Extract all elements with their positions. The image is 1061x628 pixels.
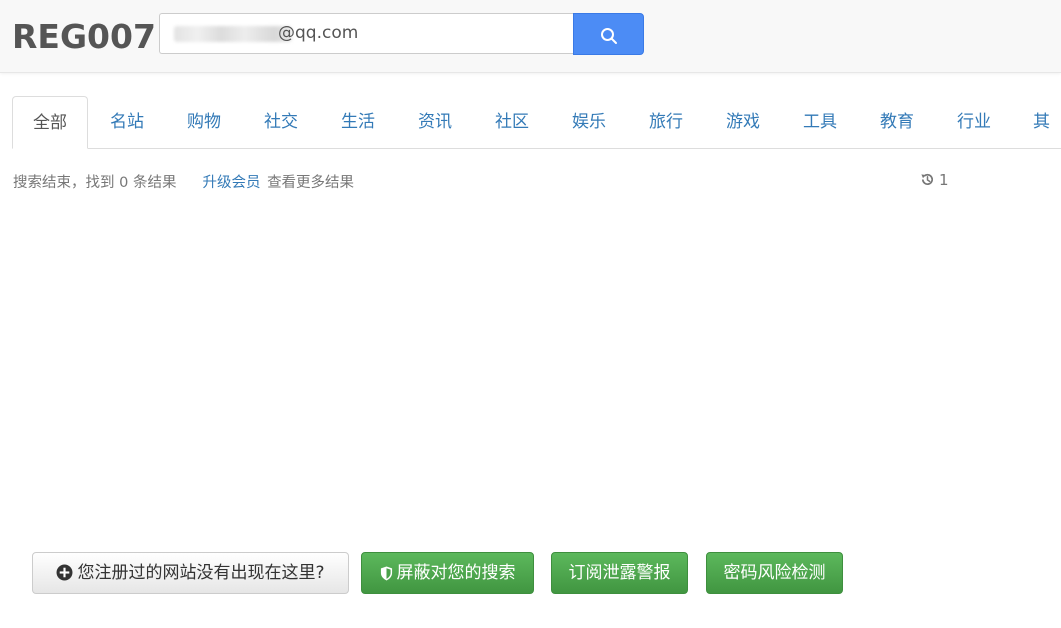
password-check-button[interactable]: 密码风险检测 <box>706 552 843 594</box>
tab-travel[interactable]: 旅行 <box>631 96 701 149</box>
search-status: 搜索结束，找到 0 条结果 升级会员 查看更多结果 <box>13 171 354 192</box>
tab-social[interactable]: 社交 <box>246 96 316 149</box>
redacted-email-prefix <box>174 26 292 42</box>
subscribe-alert-button[interactable]: 订阅泄露警报 <box>551 552 688 594</box>
history-count: 1 <box>939 171 949 189</box>
tab-other[interactable]: 其它 <box>1016 96 1061 149</box>
result-count-text: 搜索结束，找到 0 条结果 <box>13 175 177 191</box>
shield-icon <box>380 566 392 581</box>
search-button[interactable] <box>573 13 644 55</box>
search-input-value: @qq.com <box>278 23 359 43</box>
tab-life[interactable]: 生活 <box>323 96 393 149</box>
more-results-text: 查看更多结果 <box>267 175 355 191</box>
block-search-label: 屏蔽对您的搜索 <box>396 563 516 583</box>
category-tabs: 全部 名站 购物 社交 生活 资讯 社区 娱乐 旅行 游戏 工具 教育 行业 其… <box>12 96 1061 149</box>
missing-site-label: 您注册过的网站没有出现在这里? <box>77 563 325 583</box>
tab-all[interactable]: 全部 <box>12 96 88 149</box>
tab-education[interactable]: 教育 <box>862 96 932 149</box>
tab-shopping[interactable]: 购物 <box>169 96 239 149</box>
tab-famous-sites[interactable]: 名站 <box>92 96 162 149</box>
plus-circle-icon <box>57 564 73 581</box>
missing-site-button[interactable]: 您注册过的网站没有出现在这里? <box>32 552 349 594</box>
header: REG007 @qq.com <box>0 0 1061 73</box>
search-input[interactable]: @qq.com <box>159 13 574 54</box>
tab-news[interactable]: 资讯 <box>400 96 470 149</box>
upgrade-membership-link[interactable]: 升级会员 <box>202 175 260 191</box>
search-history[interactable]: 1 <box>920 171 949 189</box>
tab-games[interactable]: 游戏 <box>708 96 778 149</box>
tab-industry[interactable]: 行业 <box>939 96 1009 149</box>
site-logo[interactable]: REG007 <box>12 15 156 59</box>
tab-entertainment[interactable]: 娱乐 <box>554 96 624 149</box>
tab-tools[interactable]: 工具 <box>785 96 855 149</box>
search-icon <box>601 28 617 44</box>
tab-community[interactable]: 社区 <box>477 96 547 149</box>
history-icon <box>921 173 933 185</box>
block-search-button[interactable]: 屏蔽对您的搜索 <box>361 552 534 594</box>
